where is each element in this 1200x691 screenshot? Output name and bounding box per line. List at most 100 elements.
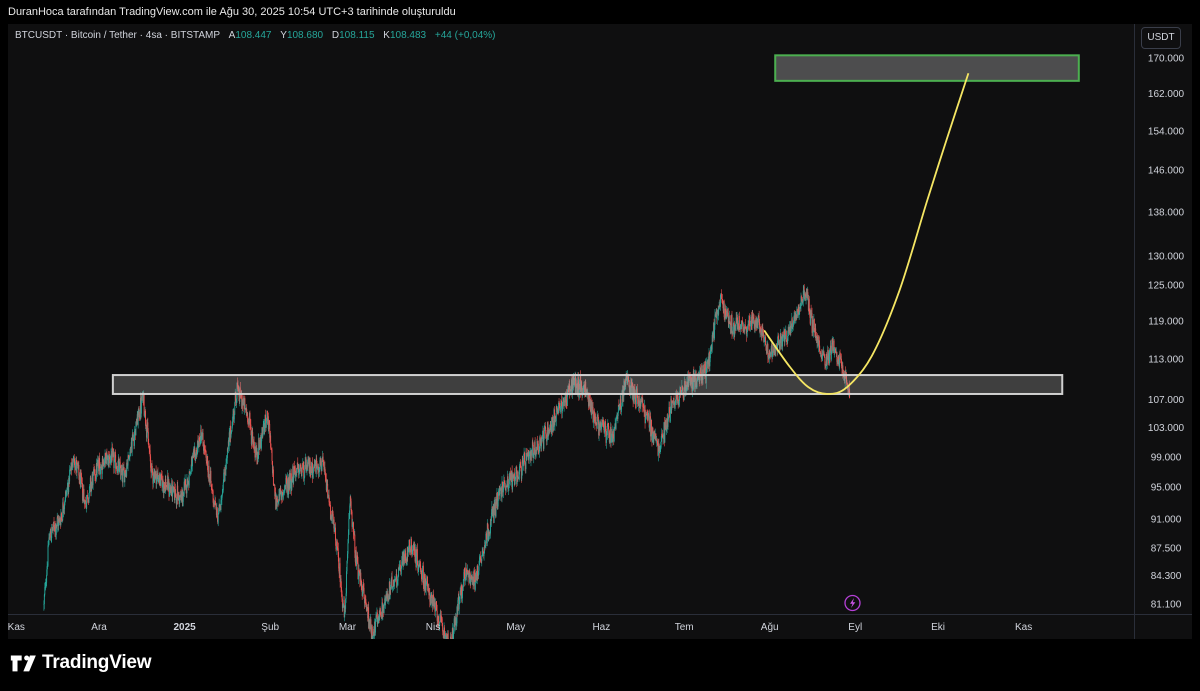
y-tick-label: 84.300 [1151, 571, 1182, 582]
x-tick-label: Mar [339, 622, 357, 633]
candle-body [233, 414, 235, 420]
y-tick-label: 125.000 [1148, 280, 1185, 291]
candle-body [754, 326, 756, 330]
candle-body [530, 450, 532, 461]
candle-body [163, 482, 165, 486]
candle-body [76, 464, 78, 473]
candle-body [528, 456, 530, 461]
header-attribution: DuranHoca tarafından TradingView.com ile… [8, 6, 456, 18]
tradingview-logo-icon [10, 655, 36, 672]
candle-body [216, 508, 218, 517]
candle-body [369, 619, 371, 630]
header-bar: DuranHoca tarafından TradingView.com ile… [0, 0, 1200, 24]
candle-body [223, 472, 225, 483]
candle-body [113, 461, 115, 469]
x-tick-label: May [506, 622, 525, 633]
x-tick-label: Kas [1015, 622, 1032, 633]
price-chart[interactable]: 170.000 162.000 154.000 146.000 138.000 130.0… [8, 24, 1192, 639]
projection-curve[interactable] [763, 72, 970, 395]
y-tick-label: 107.000 [1148, 395, 1185, 406]
candle-body [234, 402, 236, 415]
tradingview-logo-text: TradingView [42, 652, 152, 673]
candle-body [130, 446, 132, 453]
candle-body [221, 493, 223, 496]
candle-body [538, 451, 540, 454]
candle-body [566, 395, 568, 407]
chart-pane[interactable]: 170.000 162.000 154.000 146.000 138.000 130.0… [8, 24, 1192, 639]
candle-body [523, 458, 525, 466]
candle-body [352, 522, 354, 534]
candle-body [765, 337, 767, 346]
grid [8, 24, 1192, 639]
candle-body [383, 605, 385, 609]
candle-body [780, 338, 782, 350]
candle-body [174, 489, 176, 494]
candle-body [399, 564, 401, 569]
y-tick-label: 119.000 [1148, 317, 1184, 328]
x-tick-label: 2025 [174, 622, 197, 633]
candle-body [326, 484, 328, 490]
y-tick-label: 146.000 [1148, 166, 1185, 177]
candle-body [524, 452, 525, 463]
candle-body [478, 565, 480, 571]
candle-body [271, 449, 273, 461]
candle-body [217, 514, 219, 524]
target-zone[interactable] [774, 54, 1080, 82]
candle-body [596, 416, 598, 429]
low-value: 108.115 [339, 30, 375, 41]
candle-body [660, 441, 662, 448]
candle-body [86, 495, 88, 509]
high-value: 108.680 [286, 30, 324, 41]
support-zone[interactable] [111, 374, 1064, 395]
change-value: +44 (+0,04%) [434, 30, 496, 41]
candle-body [347, 534, 349, 544]
y-tick-label: 99.000 [1151, 452, 1182, 463]
candle-body [47, 545, 49, 566]
candle-body [766, 345, 768, 354]
candle-body [81, 476, 83, 485]
candle-body [289, 480, 291, 489]
candle-body [454, 617, 456, 626]
x-tick-label: Eki [931, 622, 945, 633]
candle-body [347, 543, 349, 554]
candle-body [194, 448, 196, 455]
candle-body [291, 482, 293, 490]
candle-body [651, 419, 652, 431]
candle-body [815, 328, 817, 337]
y-tick-label: 130.000 [1148, 251, 1185, 262]
y-tick-label: 162.000 [1148, 89, 1185, 100]
tradingview-logo[interactable]: TradingView [10, 652, 152, 674]
candle-body [56, 517, 58, 527]
candle-body [247, 413, 249, 423]
x-tick-label: Ağu [761, 622, 779, 633]
candle-body [749, 321, 751, 327]
candle-body [272, 469, 274, 485]
candle-body [744, 324, 746, 327]
time-axis[interactable]: Kas Ara 2025 Şub Mar Nis May Haz Tem Ağu Eyl Eki Kas [8, 622, 1032, 633]
candle-body [119, 461, 121, 466]
candle-body [457, 600, 459, 614]
candle-body [222, 482, 224, 491]
candle-body [264, 419, 266, 432]
price-axis[interactable]: 170.000 162.000 154.000 146.000 138.000 130.0… [1148, 53, 1185, 610]
candle-body [305, 457, 307, 471]
candle-body [668, 416, 669, 420]
candle-body [562, 402, 564, 407]
candle-body [346, 571, 347, 594]
candle-body [558, 402, 560, 414]
y-tick-label: 113.000 [1148, 355, 1184, 366]
symbol-legend: BTCUSDT · Bitcoin / Tether · 4sa · BITST… [15, 30, 496, 41]
candle-body [391, 576, 393, 588]
candle-body [94, 469, 96, 477]
candle-body [78, 464, 80, 476]
candle-body [185, 484, 187, 491]
y-tick-label: 81.100 [1151, 599, 1182, 610]
candle-body [131, 438, 133, 453]
candle-body [723, 301, 725, 318]
y-tick-label: 103.000 [1148, 423, 1185, 434]
currency-button[interactable]: USDT [1141, 27, 1181, 49]
candle-body [179, 495, 181, 498]
candle-body [176, 499, 178, 505]
candle-body [785, 330, 787, 342]
candle-body [543, 430, 545, 439]
